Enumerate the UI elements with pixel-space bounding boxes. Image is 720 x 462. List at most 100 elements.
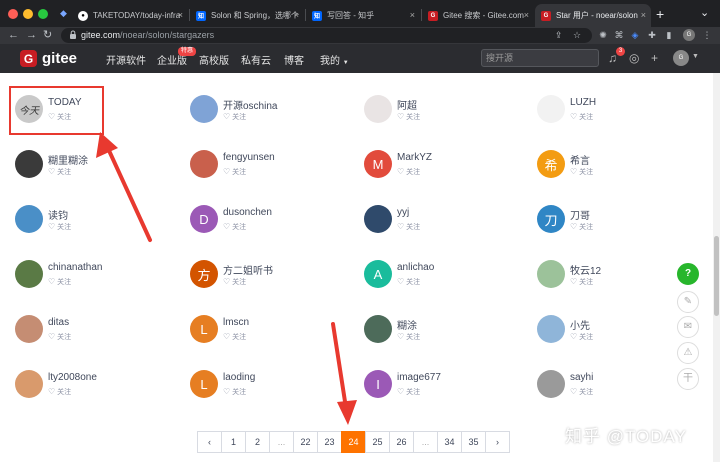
stargazer-card[interactable]: 方方二姐听书 ♡ 关注 xyxy=(190,260,350,300)
stargazer-name-link[interactable]: MarkYZ xyxy=(397,152,432,163)
page-button-34[interactable]: 34 xyxy=(437,431,462,453)
stargazer-name-link[interactable]: lty2008one xyxy=(48,372,97,383)
avatar[interactable]: I xyxy=(364,370,392,398)
reload-icon[interactable]: ↻ xyxy=(43,28,52,42)
stargazer-name-link[interactable]: yyj xyxy=(397,207,409,218)
page-button-22[interactable]: 22 xyxy=(293,431,318,453)
stargazer-name-link[interactable]: 小先 xyxy=(570,317,590,332)
avatar[interactable] xyxy=(15,370,43,398)
plus-icon[interactable]: + xyxy=(651,51,658,65)
stargazer-card[interactable]: Ddusonchen ♡ 关注 xyxy=(190,205,350,245)
stargazer-card[interactable]: M MarkYZ ♡ 关注 xyxy=(364,150,524,190)
help-icon[interactable]: ? xyxy=(677,263,699,285)
stargazer-name-link[interactable]: LUZH xyxy=(570,97,596,108)
follow-button[interactable]: ♡ 关注 xyxy=(223,332,246,342)
address-bar[interactable]: gitee.com/noear/solon/stargazers ⇪ ☆ xyxy=(61,28,592,43)
forward-icon[interactable]: → xyxy=(26,28,37,42)
avatar[interactable] xyxy=(364,205,392,233)
minimize-window-button[interactable] xyxy=(23,9,33,19)
follow-button[interactable]: ♡ 关注 xyxy=(570,277,593,287)
nav-blog[interactable]: 博客 xyxy=(284,52,304,67)
follow-button[interactable]: ♡ 关注 xyxy=(397,222,420,232)
mail-icon[interactable]: ✉ xyxy=(677,316,699,338)
follow-button[interactable]: ♡ 关注 xyxy=(570,222,593,232)
stargazer-name-link[interactable]: laoding xyxy=(223,372,255,383)
stargazer-card[interactable]: 牧云12 ♡ 关注 xyxy=(537,260,697,300)
page-button-35[interactable]: 35 xyxy=(461,431,486,453)
stargazer-name-link[interactable]: ditas xyxy=(48,317,69,328)
stargazer-name-link[interactable]: 阿超 xyxy=(397,97,417,112)
follow-button[interactable]: ♡ 关注 xyxy=(397,332,420,342)
follow-button[interactable]: ♡ 关注 xyxy=(223,387,246,397)
follow-button[interactable]: ♡ 关注 xyxy=(570,387,593,397)
stargazer-name-link[interactable]: lmscn xyxy=(223,317,249,328)
tab-gitee-stargazers[interactable]: G Star 用户 - noear/solon × xyxy=(535,4,651,27)
avatar[interactable] xyxy=(15,150,43,178)
stargazer-card[interactable]: 读钧 ♡ 关注 xyxy=(15,205,175,245)
avatar[interactable] xyxy=(190,150,218,178)
follow-button[interactable]: ♡ 关注 xyxy=(570,167,593,177)
tab-zhihu-answer[interactable]: 知 写回答 - 知乎 × xyxy=(306,4,420,27)
avatar[interactable]: 方 xyxy=(190,260,218,288)
stargazer-card[interactable]: ditas ♡ 关注 xyxy=(15,315,175,355)
stargazer-card[interactable]: chinanathan ♡ 关注 xyxy=(15,260,175,300)
stargazer-name-link[interactable]: 希言 xyxy=(570,152,590,167)
search-input[interactable]: 搜开源 xyxy=(481,49,599,67)
avatar[interactable] xyxy=(537,260,565,288)
profile-avatar[interactable]: G xyxy=(683,29,695,41)
stargazer-card[interactable]: 希希言 ♡ 关注 xyxy=(537,150,697,190)
nav-private-cloud[interactable]: 私有云 xyxy=(241,52,271,67)
stargazer-card[interactable]: 阿超 ♡ 关注 xyxy=(364,95,524,135)
puzzle-icon[interactable]: ✚ xyxy=(646,29,658,41)
close-icon[interactable]: × xyxy=(294,10,299,20)
close-icon[interactable]: × xyxy=(524,10,529,20)
scrollbar-thumb[interactable] xyxy=(714,236,719,316)
follow-button[interactable]: ♡ 关注 xyxy=(223,167,246,177)
follow-button[interactable]: ♡ 关注 xyxy=(570,332,593,342)
avatar[interactable] xyxy=(537,370,565,398)
follow-button[interactable]: ♡ 关注 xyxy=(223,222,246,232)
avatar[interactable] xyxy=(537,315,565,343)
tab-zhihu-solon[interactable]: 知 Solon 和 Spring，选哪个 × xyxy=(190,4,304,27)
stargazer-name-link[interactable]: 刀哥 xyxy=(570,207,590,222)
stargazer-card[interactable]: Aanlichao ♡ 关注 xyxy=(364,260,524,300)
avatar[interactable] xyxy=(15,315,43,343)
follow-button[interactable]: ♡ 关注 xyxy=(397,112,420,122)
menu-dots-icon[interactable]: ⋮ xyxy=(701,29,713,41)
page-button-23[interactable]: 23 xyxy=(317,431,342,453)
share-icon[interactable]: ⇪ xyxy=(555,30,563,41)
tab-gitee-search[interactable]: G Gitee 搜索 - Gitee.com × xyxy=(422,4,534,27)
extension-shield-icon[interactable]: ◈ xyxy=(629,29,641,41)
stargazer-card[interactable]: 开源oschina ♡ 关注 xyxy=(190,95,350,135)
stargazer-card[interactable]: 糊里糊涂 ♡ 关注 xyxy=(15,150,175,190)
stargazer-name-link[interactable]: sayhi xyxy=(570,372,593,383)
follow-button[interactable]: ♡ 关注 xyxy=(223,277,246,287)
tab-github[interactable]: ● TAKETODAY/today-infra × xyxy=(72,4,188,27)
stargazer-card[interactable]: 刀刀哥 ♡ 关注 xyxy=(537,205,697,245)
follow-button[interactable]: ♡ 关注 xyxy=(223,112,246,122)
tab-search-icon[interactable]: ⌄ xyxy=(700,6,709,19)
avatar[interactable]: M xyxy=(364,150,392,178)
stargazer-card[interactable]: Llaoding ♡ 关注 xyxy=(190,370,350,410)
avatar[interactable] xyxy=(364,95,392,123)
stargazer-card[interactable]: fengyunsen ♡ 关注 xyxy=(190,150,350,190)
stargazer-card[interactable]: Iimage677 ♡ 关注 xyxy=(364,370,524,410)
back-to-top-icon[interactable]: 干 xyxy=(677,368,699,390)
gitee-logo[interactable]: G gitee xyxy=(20,50,77,67)
follow-button[interactable]: ♡ 关注 xyxy=(397,277,420,287)
stargazer-name-link[interactable]: 开源oschina xyxy=(223,97,277,112)
avatar[interactable] xyxy=(190,95,218,123)
close-icon[interactable]: × xyxy=(178,10,183,20)
follow-button[interactable]: ♡ 关注 xyxy=(397,387,420,397)
pagination-prev-button[interactable]: ‹ xyxy=(197,431,222,453)
location-icon[interactable]: ◎ xyxy=(629,51,639,65)
close-window-button[interactable] xyxy=(8,9,18,19)
follow-button[interactable]: ♡ 关注 xyxy=(48,332,71,342)
nav-university[interactable]: 高校版 xyxy=(199,52,229,67)
avatar[interactable] xyxy=(364,315,392,343)
edit-icon[interactable]: ✎ xyxy=(677,291,699,313)
page-button-1[interactable]: 1 xyxy=(221,431,246,453)
stargazer-name-link[interactable]: 读钧 xyxy=(48,207,68,222)
avatar[interactable]: 刀 xyxy=(537,205,565,233)
follow-button[interactable]: ♡ 关注 xyxy=(48,387,71,397)
